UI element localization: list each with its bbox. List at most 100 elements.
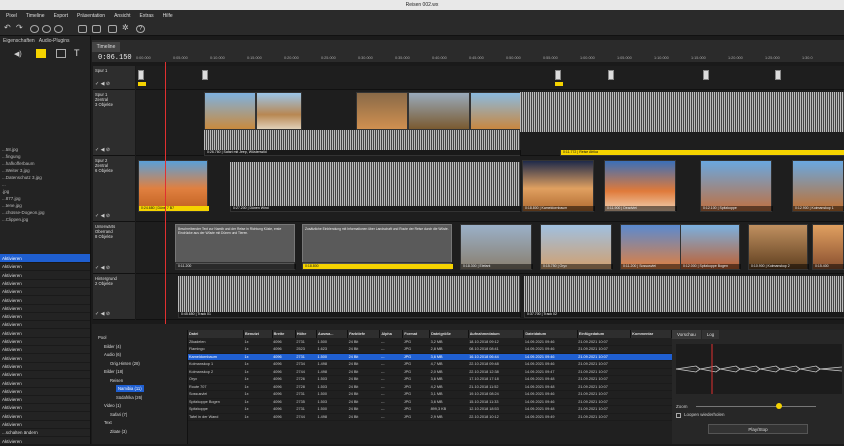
timeline-clip[interactable]: 0:11.200 <box>175 262 296 270</box>
tree-item[interactable]: Text <box>104 419 112 426</box>
zoom-slider-handle[interactable] <box>776 403 782 409</box>
left-file-item[interactable]: ...58.jpg <box>0 146 90 153</box>
track-header[interactable]: Spur 1 ✓ ◀ ⊘ <box>93 66 135 90</box>
tab-vorschau[interactable]: Vorschau <box>672 330 701 339</box>
left-file-item[interactable]: ...Weiter 3.jpg <box>0 167 90 174</box>
table-header-cell[interactable]: Aufnahmedatum <box>468 330 525 338</box>
track-controls[interactable]: ✓ ◀ ⊘ <box>95 311 110 317</box>
timeline-clip[interactable]: 0:11.900 | Deadvlei <box>604 160 677 212</box>
left-file-item[interactable]: ...chüsse-Dogeon.jpg <box>0 209 90 216</box>
timeline-marker[interactable] <box>608 70 614 80</box>
tab-timeline[interactable]: Timeline <box>92 42 120 52</box>
table-row[interactable]: Kameldornbaum 1x 4096 2731 1.500 24 Bit --- JPG… <box>188 353 672 361</box>
timeline-marker[interactable] <box>138 70 144 80</box>
menu-hilfe[interactable]: Hilfe <box>163 13 173 19</box>
zoom-in-icon[interactable] <box>30 25 39 33</box>
table-row[interactable]: Spitzkoppe Bogen 1x 4096 2735 1.503 24 Bit ---… <box>188 398 672 406</box>
table-header-cell[interactable]: Auswa... <box>316 330 349 338</box>
table-header-cell[interactable]: Einfügedatum <box>577 330 632 338</box>
text-mode-icon[interactable]: T <box>74 48 80 58</box>
left-file-item[interactable]: ...Datenschutz 3.jpg <box>0 174 90 181</box>
export-icon[interactable] <box>108 25 117 33</box>
menu-praesentation[interactable]: Präsentation <box>77 13 105 19</box>
track-header[interactable]: Spur 1 Zentral 3 Objekte ✓ ◀ ⊘ <box>93 90 135 156</box>
left-file-item[interactable]: ...tene.jpg <box>0 202 90 209</box>
tree-item[interactable]: Südafrika (26) <box>116 394 142 401</box>
timeline-clip[interactable]: 0:26.760 | Safari mit Jeep, Wüstenwild <box>204 150 521 156</box>
tree-item[interactable]: Zitate (3) <box>110 428 127 435</box>
tree-item[interactable]: Video (1) <box>104 402 121 409</box>
table-row[interactable]: Kolmanskop 2 1x 4096 2744 1.498 24 Bit --- JPG 2… <box>188 368 672 376</box>
tree-item[interactable]: Reisen <box>110 377 123 384</box>
timeline-clip[interactable]: 0:11.772 | Reise Afrika <box>560 150 844 156</box>
table-row[interactable]: Flamingo 1x 4096 2523 1.623 24 Bit --- JPG 2,8 M… <box>188 345 672 354</box>
zoom-slider-track[interactable] <box>696 406 816 407</box>
track-header[interactable]: Unterwärts Oberrand 8 Objekte ✓ ◀ ⊘ <box>93 222 135 274</box>
table-header-cell[interactable]: Dateigröße <box>429 330 469 338</box>
play-stop-button[interactable]: Play/Stop <box>708 424 808 434</box>
timeline-clip[interactable]: 0:45.650 | Track 01 <box>178 312 521 318</box>
tree-item[interactable]: Orig.Hinten (28) <box>110 360 140 367</box>
timeline-clip[interactable]: 0:10.900 | Kolmanskop 2 <box>748 224 809 270</box>
table-header-cell[interactable]: Benutzt <box>243 330 273 338</box>
menu-export[interactable]: Export <box>54 13 68 19</box>
zoom-fit-icon[interactable] <box>42 25 51 33</box>
track-controls[interactable]: ✓ ◀ ⊘ <box>95 213 110 219</box>
menu-extras[interactable]: Extras <box>140 13 154 19</box>
timeline-marker[interactable] <box>775 70 781 80</box>
timeline-clip[interactable]: 0:18.800 | Kameldornbaum <box>522 160 595 212</box>
timeline-clip[interactable] <box>470 92 522 130</box>
image-mode-icon[interactable] <box>36 49 46 58</box>
track-header[interactable]: Spur 2 Zentral 6 Objekte ✓ ◀ ⊘ <box>93 156 135 222</box>
tab-eigenschaften[interactable]: Eigenschaften <box>3 38 35 44</box>
tab-audio-plugins[interactable]: Audio-Plugins <box>39 38 70 44</box>
left-file-item[interactable]: .jpg <box>0 188 90 195</box>
help-icon[interactable]: ? <box>136 25 145 33</box>
table-header-cell[interactable]: Datei <box>188 330 244 338</box>
timeline-clip[interactable]: 0:27.200 | Dünen Wind <box>230 206 521 212</box>
tree-item[interactable]: Audio (6) <box>104 351 121 358</box>
table-header-cell[interactable]: Höhe <box>295 330 318 338</box>
timeline-clip[interactable] <box>204 92 256 130</box>
menu-pixel[interactable]: Pixel <box>6 13 17 19</box>
table-row[interactable]: Sossusvlei 1x 4096 2731 1.500 24 Bit --- JPG 3,1… <box>188 390 672 399</box>
undo-icon[interactable]: ↶ <box>4 23 13 32</box>
table-header-cell[interactable]: Breite <box>272 330 296 338</box>
left-property-row[interactable]: Aktivieren <box>0 437 90 446</box>
track-header[interactable]: Hintergrund 2 Objekte ✓ ◀ ⊘ <box>93 274 135 320</box>
text-clip[interactable]: Zusätzliche Einblendung mit Informatione… <box>302 224 452 264</box>
timeline-marker[interactable] <box>202 70 208 80</box>
preview-window-icon[interactable] <box>92 25 101 33</box>
frame-mode-icon[interactable] <box>56 49 66 58</box>
timeline-clip[interactable]: 0:15.750 | Oryx <box>540 224 613 270</box>
table-row[interactable]: Oryx 1x 4096 2726 1.503 24 Bit --- JPG 3,6 MB 17.… <box>188 375 672 384</box>
left-file-item[interactable]: ...hafkofferbaum <box>0 160 90 167</box>
table-row[interactable]: Spitzkoppe 1x 4096 2731 1.500 24 Bit --- JPG 899… <box>188 405 672 414</box>
track-controls[interactable]: ✓ ◀ ⊘ <box>95 81 110 87</box>
menu-timeline[interactable]: Timeline <box>26 13 45 19</box>
track-controls[interactable]: ✓ ◀ ⊘ <box>95 265 110 271</box>
tab-log[interactable]: Log <box>701 330 720 339</box>
audio-mode-icon[interactable]: ◀) <box>14 50 22 58</box>
table-header-cell[interactable]: Farbtiefe <box>347 330 381 338</box>
timeline-clip[interactable]: 0:12.000 | Spitzkoppe Bogen <box>680 224 741 270</box>
tree-item[interactable]: Bilder (18) <box>104 368 123 375</box>
text-clip[interactable]: Beschreibender Text zur Namib und der Re… <box>175 224 295 264</box>
timeline-clip[interactable] <box>356 92 408 130</box>
gear-icon[interactable]: ✲ <box>122 23 131 32</box>
timeline-marker[interactable] <box>703 70 709 80</box>
table-row[interactable]: Zikadelen 1x 4096 2731 1.500 24 Bit --- JPG 3,2 … <box>188 338 672 346</box>
left-file-item[interactable]: ...Clippen.jpg <box>0 216 90 223</box>
left-file-item[interactable]: ... <box>0 181 90 188</box>
left-file-item[interactable]: ...877.jpg <box>0 195 90 202</box>
left-file-item[interactable]: ...fingung <box>0 153 90 160</box>
table-row[interactable]: Tafel in der Wand 1x 4096 2744 1.498 24 Bit --… <box>188 413 672 421</box>
table-header-cell[interactable]: Kommentar <box>630 330 672 338</box>
timeline-clip[interactable]: 0:12.100 | Spitzkoppe <box>700 160 773 212</box>
tree-item[interactable]: Bilder (4) <box>104 343 121 350</box>
tree-item[interactable]: Namibia (11) <box>116 385 144 392</box>
playhead[interactable] <box>165 62 166 324</box>
table-header-cell[interactable]: Format <box>402 330 431 338</box>
timeline-clip[interactable]: 0:12.900 | Kolmanskop 1 <box>792 160 844 212</box>
timeline-clip[interactable] <box>408 92 470 130</box>
